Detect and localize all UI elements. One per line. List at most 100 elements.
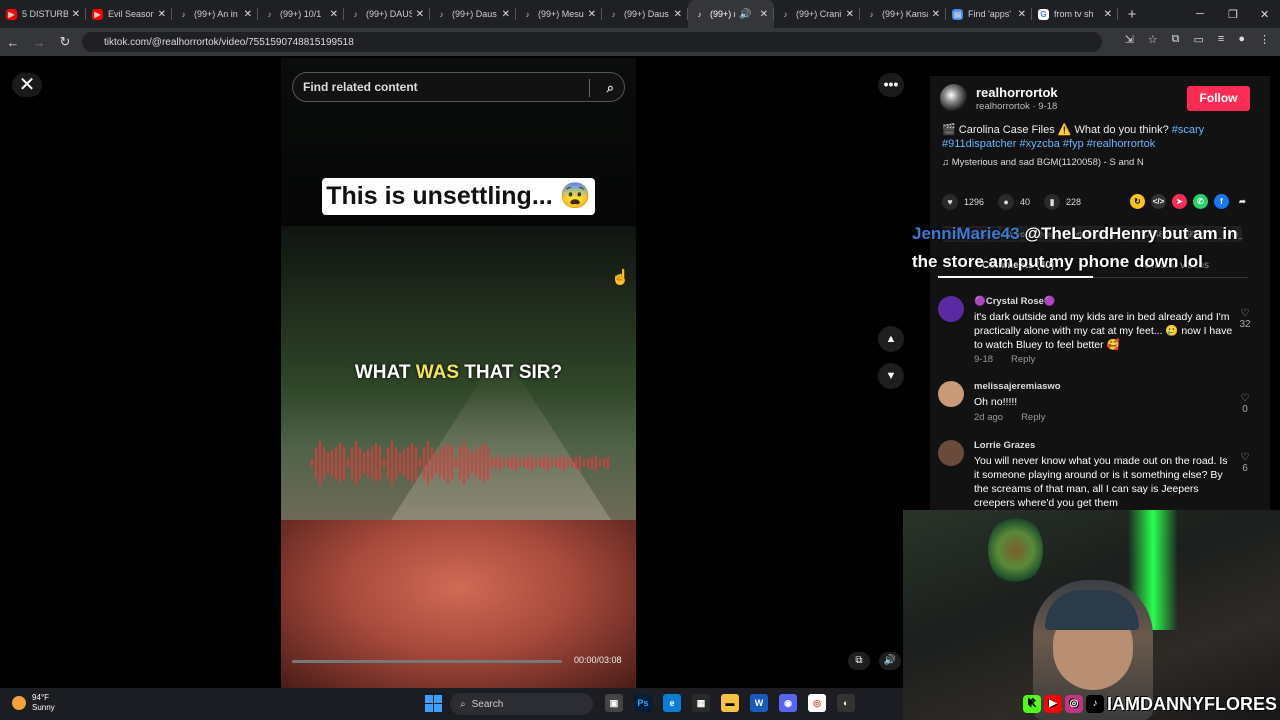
word-icon[interactable]: W — [750, 694, 768, 712]
facebook-icon[interactable]: f — [1214, 194, 1229, 209]
browser-tab[interactable]: ▤ Find 'apps' ✕ — [946, 0, 1032, 28]
comment-like[interactable]: ♡ 32 — [1238, 308, 1252, 330]
profile-avatar[interactable]: ● — [1238, 33, 1245, 46]
back-icon[interactable]: ← — [0, 35, 26, 50]
close-tab-icon[interactable]: ✕ — [674, 9, 682, 20]
video-progress-bar[interactable] — [292, 660, 562, 663]
close-tab-icon[interactable]: ✕ — [416, 9, 424, 20]
search-icon[interactable]: ⌕ — [607, 80, 614, 96]
close-window-icon[interactable]: ✕ — [1260, 0, 1269, 28]
photoshop-icon[interactable]: Ps — [634, 694, 652, 712]
bookmark-star-icon[interactable]: ☆ — [1148, 33, 1158, 46]
find-related-search[interactable]: Find related content ⌕ — [292, 72, 625, 102]
browser-tab-active[interactable]: ♪ (99+) re 🔊 ✕ — [688, 0, 774, 28]
close-tab-icon[interactable]: ✕ — [588, 9, 596, 20]
commenter-name[interactable]: 🟣Crystal Rose🟣 — [974, 296, 1056, 307]
taskbar-search[interactable]: ⌕ Search — [450, 693, 593, 715]
edge-icon[interactable]: e — [663, 694, 681, 712]
hashtag-link[interactable]: #scary — [1172, 124, 1204, 136]
volume-icon[interactable]: 🔊 — [879, 652, 901, 670]
browser-tab[interactable]: ▶ 5 DISTURB ✕ — [0, 0, 86, 28]
weather-widget[interactable]: 94°F Sunny — [12, 693, 55, 713]
whatsapp-icon[interactable]: ✆ — [1193, 194, 1208, 209]
next-video-button[interactable]: ▼ — [878, 363, 904, 389]
embed-icon[interactable]: </> — [1151, 194, 1166, 209]
reload-icon[interactable]: ↻ — [52, 34, 78, 50]
speaker-icon[interactable]: 🔊 — [739, 9, 751, 20]
discord-icon[interactable]: ◉ — [779, 694, 797, 712]
like-stat[interactable]: ♥ 1296 — [942, 194, 984, 210]
media-icon[interactable]: ≡ — [1218, 33, 1224, 46]
close-tab-icon[interactable]: ✕ — [1104, 9, 1112, 20]
menu-icon[interactable]: ⋮ — [1259, 33, 1270, 46]
hashtag-link[interactable]: #911dispatcher — [942, 138, 1016, 150]
comment-like[interactable]: ♡ 6 — [1238, 452, 1252, 474]
browser-tab[interactable]: ♪ (99+) DAUS ✕ — [344, 0, 430, 28]
hashtag-link[interactable]: #fyp — [1063, 138, 1084, 150]
close-tab-icon[interactable]: ✕ — [846, 9, 854, 20]
close-tab-icon[interactable]: ✕ — [760, 9, 768, 20]
close-tab-icon[interactable]: ✕ — [932, 9, 940, 20]
waveform-bar — [499, 455, 501, 471]
hashtag-link[interactable]: #xyzcba — [1019, 138, 1059, 150]
browser-tab[interactable]: ♪ (99+) Daus ✕ — [602, 0, 688, 28]
subtitle-part: THAT SIR? — [459, 362, 563, 383]
browser-tab[interactable]: ▶ Evil Season ✕ — [86, 0, 172, 28]
commenter-avatar[interactable] — [938, 296, 964, 322]
previous-video-button[interactable]: ▲ — [878, 326, 904, 352]
file-explorer-icon[interactable]: ▬ — [721, 694, 739, 712]
save-stat[interactable]: ▮ 228 — [1044, 194, 1081, 210]
repost-icon[interactable]: ↻ — [1130, 194, 1145, 209]
bookmark-icon[interactable]: ▮ — [1044, 194, 1061, 210]
minimize-icon[interactable]: ─ — [1196, 0, 1204, 28]
reply-link[interactable]: Reply — [1021, 412, 1045, 423]
author-name[interactable]: realhorrortok — [976, 85, 1058, 100]
close-tab-icon[interactable]: ✕ — [1018, 9, 1026, 20]
forward-icon[interactable]: → — [26, 35, 52, 50]
url-field[interactable]: tiktok.com/@realhorrortok/video/75515907… — [82, 32, 1102, 52]
close-tab-icon[interactable]: ✕ — [72, 9, 80, 20]
comment-icon[interactable]: ● — [998, 194, 1015, 210]
browser-tab[interactable]: Gfrom tv sh ✕ — [1032, 0, 1118, 28]
browser-tab[interactable]: ♪ (99+) An in ✕ — [172, 0, 258, 28]
windows-start-icon[interactable] — [425, 695, 442, 712]
more-options-button[interactable]: ••• — [878, 73, 904, 97]
browser-tab[interactable]: ♪ (99+) Daus ✕ — [430, 0, 516, 28]
heart-outline-icon[interactable]: ♡ — [1238, 452, 1252, 463]
close-tab-icon[interactable]: ✕ — [158, 9, 166, 20]
heart-icon[interactable]: ♥ — [942, 194, 958, 210]
close-video-button[interactable]: ✕ — [12, 73, 42, 97]
close-tab-icon[interactable]: ✕ — [330, 9, 338, 20]
heart-outline-icon[interactable]: ♡ — [1238, 393, 1252, 404]
share-arrow-icon[interactable]: ➦ — [1235, 194, 1250, 209]
install-icon[interactable]: ⇲ — [1125, 33, 1134, 46]
extensions-icon[interactable]: ⧉ — [1172, 33, 1180, 46]
follow-button[interactable]: Follow — [1187, 86, 1250, 111]
obs-icon[interactable]: ◐ — [837, 694, 855, 712]
commenter-name[interactable]: melissajeremiaswo — [974, 381, 1061, 392]
comment-stat[interactable]: ● 40 — [998, 194, 1030, 210]
commenter-avatar[interactable] — [938, 440, 964, 466]
send-icon[interactable]: ➤ — [1172, 194, 1187, 209]
author-avatar[interactable] — [940, 84, 968, 112]
reply-link[interactable]: Reply — [1011, 354, 1035, 365]
browser-tab[interactable]: ♪ (99+) Crani ✕ — [774, 0, 860, 28]
store-icon[interactable]: ▦ — [692, 694, 710, 712]
heart-outline-icon[interactable]: ♡ — [1238, 308, 1252, 319]
browser-tab[interactable]: ♪ (99+) Kansa ✕ — [860, 0, 946, 28]
sidebar-icon[interactable]: ▭ — [1194, 33, 1204, 46]
task-view-icon[interactable]: ▣ — [605, 694, 623, 712]
hashtag-link[interactable]: #realhorrortok — [1087, 138, 1155, 150]
maximize-icon[interactable]: ❐ — [1228, 0, 1238, 28]
music-link[interactable]: ♫ Mysterious and sad BGM(1120058) - S an… — [942, 157, 1144, 168]
new-tab-button[interactable]: + — [1118, 6, 1146, 23]
miniplayer-icon[interactable]: ⧉ — [848, 652, 870, 670]
comment-like[interactable]: ♡ 0 — [1238, 393, 1252, 415]
browser-tab[interactable]: ♪ (99+) Mesu ✕ — [516, 0, 602, 28]
close-tab-icon[interactable]: ✕ — [244, 9, 252, 20]
commenter-name[interactable]: Lorrie Grazes — [974, 440, 1035, 451]
browser-tab[interactable]: ♪ (99+) 10/1 ✕ — [258, 0, 344, 28]
commenter-avatar[interactable] — [938, 381, 964, 407]
chrome-icon[interactable]: ◎ — [808, 694, 826, 712]
close-tab-icon[interactable]: ✕ — [502, 9, 510, 20]
